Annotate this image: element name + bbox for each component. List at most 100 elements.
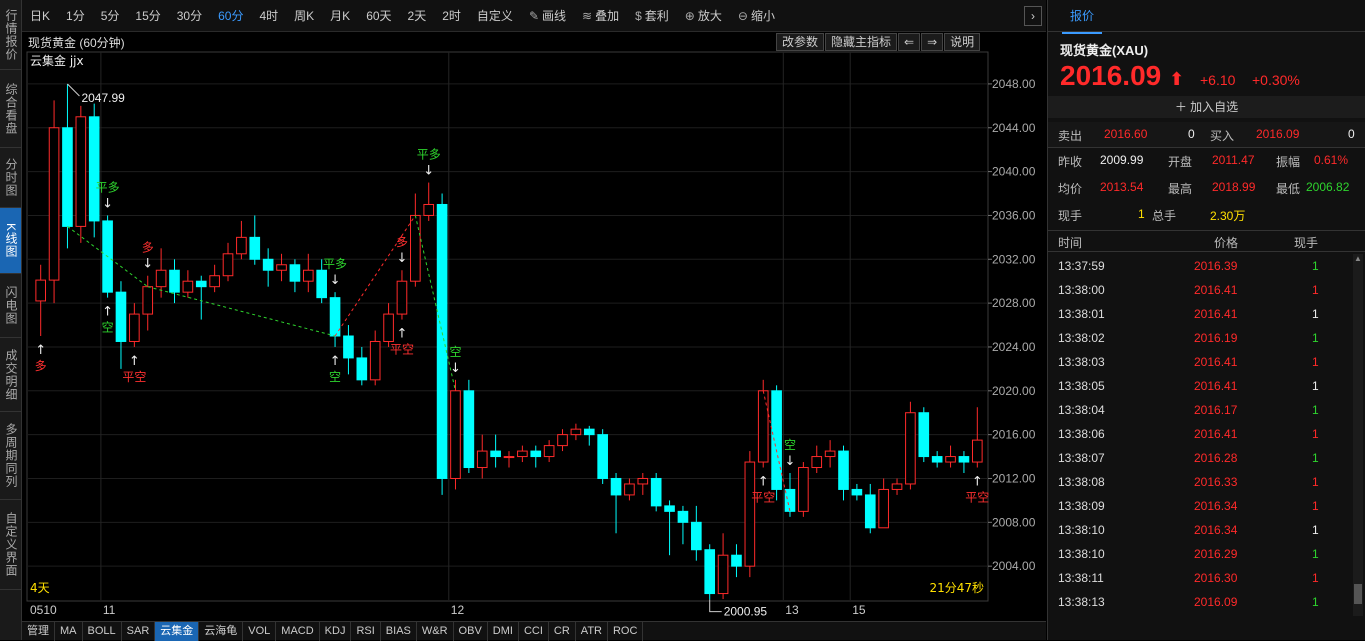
- tick-price: 2016.41: [1194, 379, 1238, 393]
- candle-down: [771, 390, 782, 490]
- candle-down: [610, 477, 622, 496]
- indicator-tab-2[interactable]: BOLL: [83, 621, 122, 641]
- candle-down: [249, 236, 261, 260]
- tick-price: 2016.29: [1194, 547, 1238, 561]
- y-tick-label: 2008.00: [992, 515, 1036, 529]
- tick-list[interactable]: 13:37:59 2016.39 1 13:38:00 2016.41 1 13:38:01…: [1048, 254, 1365, 614]
- candle-down: [958, 456, 970, 463]
- indicator-tab-10[interactable]: BIAS: [381, 621, 417, 641]
- indicator-tab-0[interactable]: 管理: [22, 621, 55, 641]
- tick-row: 13:37:59 2016.39 1: [1048, 254, 1365, 278]
- tick-row: 13:38:04 2016.17 1: [1048, 398, 1365, 422]
- stats-row-1: 昨收 2009.99 开盘 2011.47 振幅 0.61%: [1048, 148, 1365, 174]
- indicator-tab-5[interactable]: 云海龟: [199, 621, 244, 641]
- add-favorite-button[interactable]: ＋ 加入自选: [1048, 96, 1365, 118]
- candle-up: [142, 286, 154, 315]
- prev-close-value: 2009.99: [1100, 153, 1144, 167]
- bid-ask-row: 卖出 2016.60 0 买入 2016.09 0: [1048, 122, 1365, 148]
- y-tick-label: 2036.00: [992, 208, 1036, 222]
- max-price-label: 2047.99: [81, 91, 125, 105]
- y-tick-label: 2004.00: [992, 559, 1036, 573]
- candle-up: [971, 439, 983, 463]
- y-tick-label: 2048.00: [992, 77, 1036, 91]
- candle-down: [704, 549, 716, 595]
- signal-label: 平多: [323, 257, 347, 271]
- amplitude-value: 0.61%: [1314, 153, 1349, 167]
- tick-time: 13:38:08: [1058, 475, 1105, 489]
- tick-row: 13:38:09 2016.34 1: [1048, 494, 1365, 518]
- candle-up: [369, 340, 381, 381]
- candle-up: [878, 488, 889, 529]
- arrow-down-icon: ↓: [330, 273, 341, 288]
- scroll-thumb[interactable]: [1354, 584, 1362, 604]
- current-hand-label: 现手: [1058, 209, 1083, 223]
- symbol-name: 现货黄金(XAU): [1060, 43, 1149, 58]
- candle-up: [423, 203, 435, 216]
- indicator-tab-4[interactable]: 云集金: [155, 621, 200, 641]
- candle-down: [316, 269, 327, 299]
- signal-label: 平多: [417, 148, 441, 162]
- y-tick-label: 2044.00: [992, 121, 1036, 135]
- indicator-tab-15[interactable]: CR: [549, 621, 576, 641]
- indicator-tab-16[interactable]: ATR: [576, 621, 608, 641]
- candle-down: [731, 554, 742, 567]
- candle-down: [169, 269, 180, 293]
- arrow-up-icon: ⬆: [1169, 69, 1185, 89]
- y-tick-label: 2024.00: [992, 340, 1036, 354]
- price-change: +6.10: [1200, 72, 1236, 88]
- last-price: 2016.09 ⬆: [1060, 60, 1185, 91]
- signal-label: 空: [784, 438, 796, 452]
- tick-row: 13:38:06 2016.41 1: [1048, 422, 1365, 446]
- amplitude-label: 振幅: [1276, 155, 1301, 169]
- tick-time: 13:38:02: [1058, 331, 1105, 345]
- tick-row: 13:38:07 2016.28 1: [1048, 446, 1365, 470]
- candle-up: [75, 116, 87, 227]
- candle-up: [476, 450, 488, 469]
- indicator-tab-9[interactable]: RSI: [351, 621, 381, 641]
- tab-quote[interactable]: 报价: [1062, 0, 1103, 34]
- tick-time: 13:38:07: [1058, 451, 1105, 465]
- high-value: 2018.99: [1212, 180, 1256, 194]
- indicator-tab-8[interactable]: KDJ: [320, 621, 352, 641]
- tick-hand: 1: [1312, 259, 1319, 273]
- tick-row: 13:38:10 2016.29 1: [1048, 542, 1365, 566]
- tick-time: 13:38:09: [1058, 499, 1105, 513]
- candle-down: [343, 335, 354, 359]
- tick-row: 13:38:08 2016.33 1: [1048, 470, 1365, 494]
- indicator-tab-6[interactable]: VOL: [243, 621, 277, 641]
- low-value: 2006.82: [1306, 180, 1350, 194]
- tick-hand: 1: [1312, 451, 1319, 465]
- candle-up: [557, 434, 568, 447]
- tick-time: 13:38:04: [1058, 403, 1105, 417]
- signal-label: 平多: [96, 180, 120, 194]
- tick-scrollbar[interactable]: ▲: [1353, 254, 1363, 616]
- quote-tab-bar: 报价: [1048, 0, 1365, 34]
- candle-down: [864, 494, 876, 529]
- candle-down: [931, 456, 943, 463]
- candle-down: [195, 280, 207, 288]
- indicator-tab-12[interactable]: OBV: [454, 621, 488, 641]
- indicator-tab-7[interactable]: MACD: [276, 621, 320, 641]
- indicator-tab-11[interactable]: W&R: [417, 621, 454, 641]
- indicator-tab-17[interactable]: ROC: [608, 621, 644, 641]
- candle-down: [597, 434, 608, 479]
- tick-table-header: 时间 价格 现手: [1048, 230, 1365, 252]
- candlestick-chart[interactable]: 2048.00 2044.00 2040.00 2036.00 2032.00 2028.…: [0, 0, 1046, 621]
- tick-price: 2016.41: [1194, 307, 1238, 321]
- candle-up: [236, 236, 247, 255]
- arrow-up-icon: ↑: [330, 354, 341, 369]
- tick-time-header: 时间: [1058, 236, 1083, 250]
- scroll-up-icon[interactable]: ▲: [1353, 254, 1363, 264]
- indicator-tab-3[interactable]: SAR: [122, 621, 156, 641]
- tick-price: 2016.34: [1194, 499, 1238, 513]
- indicator-tab-14[interactable]: CCI: [519, 621, 549, 641]
- tick-price: 2016.39: [1194, 259, 1238, 273]
- tick-time: 13:38:03: [1058, 355, 1105, 369]
- indicator-tab-1[interactable]: MA: [55, 621, 83, 641]
- candle-up: [891, 483, 903, 490]
- indicator-tab-13[interactable]: DMI: [488, 621, 519, 641]
- y-tick-label: 2012.00: [992, 471, 1036, 485]
- tick-price: 2016.28: [1194, 451, 1238, 465]
- tick-price: 2016.17: [1194, 403, 1238, 417]
- arrow-down-icon: ↓: [423, 164, 434, 179]
